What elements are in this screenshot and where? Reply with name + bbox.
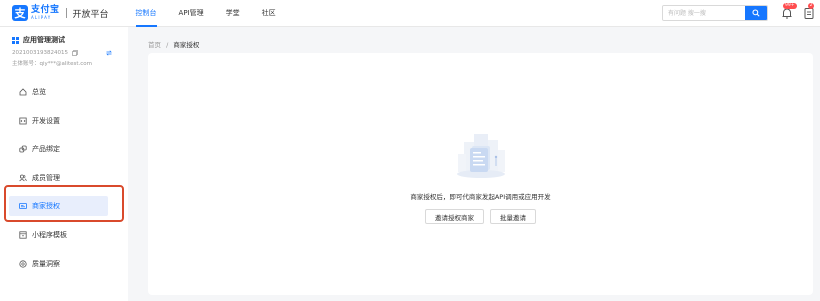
top-nav: 控制台 API管理 学堂 社区	[135, 0, 298, 27]
alipay-logo-icon: 支	[12, 5, 28, 21]
top-bar: 支 支付宝 ALIPAY 开放平台 控制台 API管理 学堂 社区 99+	[0, 0, 820, 27]
logo-text: 支付宝 ALIPAY	[31, 6, 60, 20]
empty-state-description: 商家授权后，即可代商家发起API调用或应用开发	[410, 193, 551, 201]
sidebar-item-label: 小程序模板	[32, 230, 67, 239]
nav-community[interactable]: 社区	[262, 0, 276, 27]
logo-en: ALIPAY	[31, 15, 52, 20]
platform-title: 开放平台	[72, 9, 109, 20]
breadcrumb-separator: /	[166, 41, 169, 49]
search-button[interactable]	[745, 6, 767, 20]
sidebar-item-label: 商家授权	[32, 202, 60, 211]
nav-console[interactable]: 控制台	[135, 0, 157, 27]
batch-invite-button[interactable]: 批量邀请	[490, 209, 536, 224]
logo-divider	[65, 8, 67, 18]
logo-cn: 支付宝	[31, 5, 60, 15]
nav-api-management[interactable]: API管理	[179, 0, 204, 27]
merchant-card-icon	[19, 203, 27, 210]
breadcrumb-home[interactable]: 首页	[148, 41, 161, 49]
search-box	[662, 5, 768, 21]
nav-academy[interactable]: 学堂	[226, 0, 240, 27]
sidebar-item-label: 总览	[32, 88, 46, 96]
template-icon	[19, 231, 27, 239]
search-icon	[752, 9, 760, 17]
empty-state-actions: 邀请授权商家 批量邀请	[422, 209, 539, 224]
app-name-row: 应用管理测试	[12, 35, 128, 45]
alipay-logo[interactable]: 支 支付宝 ALIPAY 开放平台	[12, 0, 109, 27]
code-settings-icon	[19, 117, 27, 124]
home-icon	[19, 88, 27, 96]
app-id: 2021003193824015	[12, 50, 68, 56]
sidebar-item-merchant-auth[interactable]: 商家授权	[9, 196, 108, 217]
sidebar-menu: 总览 开发设置 产品绑定 成员管理 商家授权 小程序模板 质量洞察	[0, 82, 128, 274]
main-panel: 商家授权后，即可代商家发起API调用或应用开发 邀请授权商家 批量邀请	[148, 53, 813, 295]
sidebar-item-product-binding[interactable]: 产品绑定	[0, 139, 128, 159]
sidebar-item-members[interactable]: 成员管理	[0, 168, 128, 188]
sidebar-item-label: 产品绑定	[32, 145, 60, 154]
sidebar-item-mini-program-templates[interactable]: 小程序模板	[0, 225, 128, 245]
notification-badge: 99+	[783, 3, 797, 9]
notification-button[interactable]: 99+	[781, 3, 797, 22]
sidebar-item-label: 成员管理	[32, 173, 60, 182]
app-name: 应用管理测试	[23, 36, 65, 44]
document-badge: 2	[808, 3, 814, 9]
grid-icon	[12, 36, 19, 44]
search-input[interactable]	[663, 6, 745, 20]
sidebar-item-label: 开发设置	[32, 116, 60, 125]
document-icon	[804, 8, 814, 19]
quality-icon	[19, 259, 27, 268]
invite-merchant-button[interactable]: 邀请授权商家	[425, 209, 484, 224]
sidebar-item-dev-settings[interactable]: 开发设置	[0, 111, 128, 131]
app-header: 应用管理测试 2021003193824015 主体账号：qiy***@alit…	[0, 27, 128, 67]
sidebar-item-label: 质量洞察	[32, 259, 60, 268]
sidebar-item-quality-insight[interactable]: 质量洞察	[0, 254, 128, 274]
switch-app-icon[interactable]	[106, 50, 112, 56]
copy-icon[interactable]	[72, 50, 78, 56]
document-button[interactable]: 2	[803, 3, 815, 22]
app-account: 主体账号：qiy***@alitest.com	[12, 61, 93, 67]
breadcrumb: 首页 / 商家授权	[148, 39, 199, 49]
breadcrumb-current: 商家授权	[173, 41, 200, 49]
app-id-row: 2021003193824015	[12, 50, 128, 56]
link-icon	[19, 145, 27, 153]
empty-state: 商家授权后，即可代商家发起API调用或应用开发 邀请授权商家 批量邀请	[148, 130, 813, 224]
members-icon	[19, 174, 27, 182]
sidebar-item-overview[interactable]: 总览	[0, 82, 128, 102]
sidebar: 应用管理测试 2021003193824015 主体账号：qiy***@alit…	[0, 27, 128, 301]
empty-illustration	[456, 134, 505, 178]
